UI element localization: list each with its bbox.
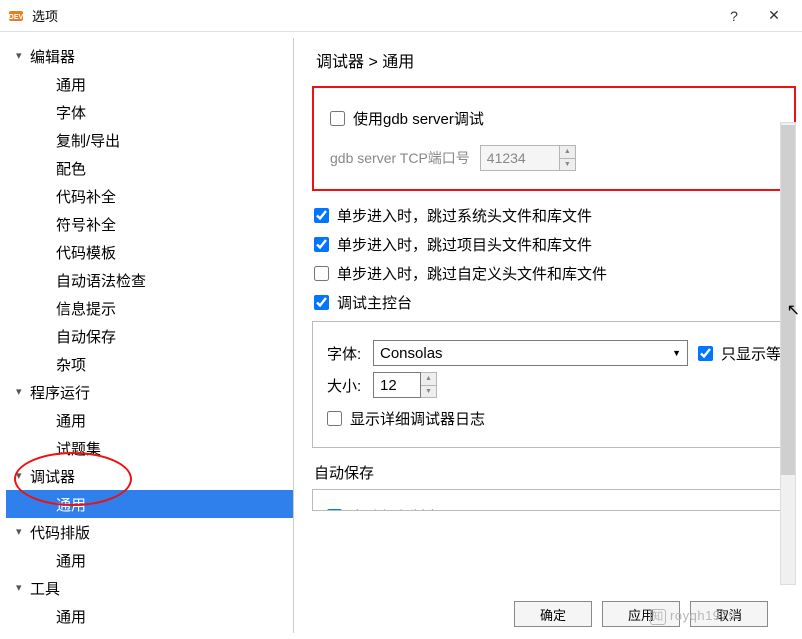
tree-item[interactable]: 通用: [6, 546, 293, 574]
main-scrollbar[interactable]: [780, 122, 796, 585]
tree-group-tools[interactable]: ▾工具: [6, 574, 293, 602]
chevron-down-icon: ▾: [16, 385, 30, 398]
gdb-server-group: 使用gdb server调试 gdb server TCP端口号 41234 ▲…: [312, 86, 796, 191]
tree-item[interactable]: 配色: [6, 154, 293, 182]
window-title: 选项: [32, 6, 58, 25]
cancel-button[interactable]: 取消: [690, 601, 768, 627]
tree-item[interactable]: 自动语法检查: [6, 266, 293, 294]
console-group: 字体: Consolas ▼ 只显示等 大小: 12 ▲▼ 显示详细调试器日志: [312, 321, 796, 448]
autosave-header: 自动保存: [314, 462, 796, 483]
verbose-log-checkbox[interactable]: 显示详细调试器日志: [327, 408, 781, 429]
gdb-enable-input[interactable]: [330, 111, 345, 126]
help-button[interactable]: ?: [714, 0, 754, 32]
app-icon: DEV: [8, 8, 24, 24]
chevron-up-icon[interactable]: ▲: [421, 373, 436, 386]
ok-button[interactable]: 确定: [514, 601, 592, 627]
tree-item[interactable]: 自动保存: [6, 322, 293, 350]
breadcrumb: 调试器 > 通用: [316, 48, 796, 72]
tree-group-run[interactable]: ▾程序运行: [6, 378, 293, 406]
chevron-down-icon: ▾: [16, 581, 30, 594]
tree-item-debugger-general[interactable]: 通用: [6, 490, 293, 518]
chevron-down-icon[interactable]: ▼: [421, 386, 436, 398]
step-user-checkbox[interactable]: 单步进入时，跳过自定义头文件和库文件: [314, 263, 794, 284]
tree-item[interactable]: 杂项: [6, 350, 293, 378]
svg-text:DEV: DEV: [9, 14, 24, 21]
tree-group-debugger[interactable]: ▾调试器: [6, 462, 293, 490]
chevron-down-icon[interactable]: ▼: [560, 159, 575, 171]
apply-button[interactable]: 应用: [602, 601, 680, 627]
tree-item[interactable]: 通用: [6, 406, 293, 434]
chevron-down-icon: ▼: [672, 348, 681, 358]
autosave-group: 自动保存断点: [312, 489, 796, 511]
console-enable-checkbox[interactable]: 调试主控台: [314, 292, 794, 313]
tree-item[interactable]: 复制/导出: [6, 126, 293, 154]
tree-group-format[interactable]: ▾代码排版: [6, 518, 293, 546]
tree-item[interactable]: 通用: [6, 602, 293, 630]
chevron-down-icon: ▾: [16, 469, 30, 482]
step-sys-checkbox[interactable]: 单步进入时，跳过系统头文件和库文件: [314, 205, 794, 226]
close-button[interactable]: ✕: [754, 0, 794, 32]
font-select[interactable]: Consolas ▼: [373, 340, 688, 366]
autosave-breakpoints-checkbox[interactable]: 自动保存断点: [327, 506, 781, 511]
tree-item[interactable]: 代码模板: [6, 238, 293, 266]
chevron-down-icon: ▾: [16, 49, 30, 62]
tree-item[interactable]: 试题集: [6, 434, 293, 462]
tree-item[interactable]: 符号补全: [6, 210, 293, 238]
settings-tree[interactable]: ▾编辑器 通用 字体 复制/导出 配色 代码补全 符号补全 代码模板 自动语法检…: [6, 38, 294, 633]
size-label: 大小:: [327, 375, 373, 396]
tree-item[interactable]: 字体: [6, 98, 293, 126]
tree-group-editor[interactable]: ▾编辑器: [6, 42, 293, 70]
step-proj-checkbox[interactable]: 单步进入时，跳过项目头文件和库文件: [314, 234, 794, 255]
gdb-port-label: gdb server TCP端口号: [330, 148, 470, 168]
size-input[interactable]: 12: [373, 372, 421, 398]
font-label: 字体:: [327, 343, 373, 364]
cursor-icon: ↖: [787, 300, 800, 320]
tree-item[interactable]: 代码补全: [6, 182, 293, 210]
gdb-port-spinner[interactable]: ▲▼: [560, 145, 576, 171]
size-spinner[interactable]: ▲▼: [421, 372, 437, 398]
tree-item[interactable]: 通用: [6, 70, 293, 98]
only-show-checkbox[interactable]: 只显示等: [698, 343, 781, 364]
tree-item[interactable]: 信息提示: [6, 294, 293, 322]
gdb-port-input[interactable]: 41234: [480, 145, 560, 171]
chevron-up-icon[interactable]: ▲: [560, 146, 575, 159]
gdb-enable-checkbox[interactable]: 使用gdb server调试: [330, 108, 778, 129]
chevron-down-icon: ▾: [16, 525, 30, 538]
